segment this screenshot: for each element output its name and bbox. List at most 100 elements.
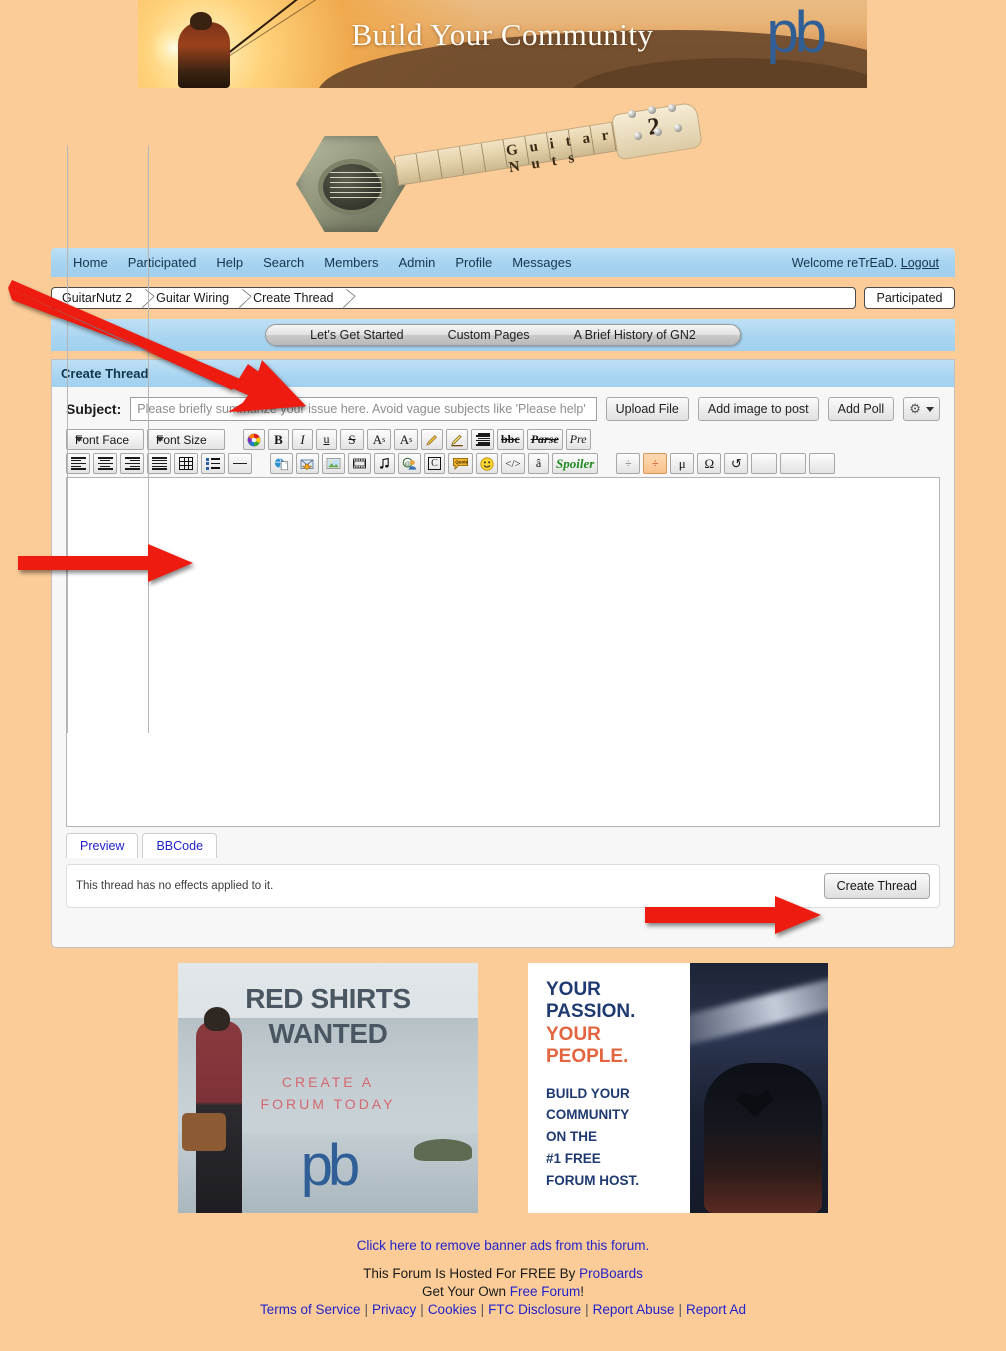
svg-text:Quote: Quote — [455, 460, 468, 465]
insert-email-icon[interactable] — [296, 453, 319, 474]
nav-item-home[interactable]: Home — [63, 255, 118, 270]
site-logo[interactable]: Guitar Nuts 2 — [0, 96, 1006, 236]
remove-bbcode-button[interactable]: bbc — [497, 429, 524, 450]
tuning-peg-icon — [674, 124, 682, 132]
create-thread-submit-button[interactable]: Create Thread — [823, 873, 930, 899]
ad1-headline-line2: WANTED — [268, 1018, 388, 1049]
preformatted-button[interactable]: Pre — [565, 429, 591, 450]
red-shirts-ad[interactable]: RED SHIRTS WANTED CREATE A FORUM TODAY pb — [178, 963, 478, 1213]
refresh-button[interactable]: ↺ — [724, 453, 749, 474]
add-poll-button[interactable]: Add Poll — [827, 397, 895, 421]
justify-block-icon[interactable] — [471, 429, 494, 450]
align-right-icon[interactable] — [120, 453, 144, 474]
tab-custom-pages[interactable]: Custom Pages — [426, 328, 552, 342]
subject-input[interactable] — [130, 397, 597, 421]
ad1-sub-line2: FORUM TODAY — [260, 1096, 396, 1113]
breadcrumb-item-1[interactable]: GuitarNutz 2 — [62, 291, 138, 305]
add-image-to-post-button[interactable]: Add image to post — [697, 397, 819, 421]
bold-button[interactable]: B — [268, 429, 289, 450]
terms-of-service-link[interactable]: Terms of Service — [260, 1302, 361, 1317]
blank-button-1[interactable] — [751, 453, 778, 474]
text-color-icon[interactable] — [243, 429, 265, 450]
ad2-line2: PASSION. — [546, 1001, 636, 1023]
insert-audio-icon[interactable] — [374, 453, 395, 474]
underline-button[interactable]: u — [316, 429, 337, 450]
remove-banner-ads-link[interactable]: Click here to remove banner ads from thi… — [357, 1238, 650, 1253]
emoticon-icon[interactable] — [476, 453, 498, 474]
top-banner-ad[interactable]: Build Your Community pb — [138, 0, 867, 88]
insert-image-icon[interactable] — [322, 453, 345, 474]
italic-button[interactable]: I — [292, 429, 313, 450]
font-size-select[interactable]: Font Size — [147, 146, 225, 733]
settings-dropdown-button[interactable]: ⚙ — [903, 397, 940, 421]
toolbar-row-1: Font Face Font Size B I u S As As bbc Pa… — [66, 146, 940, 733]
blank-button-2[interactable] — [780, 453, 807, 474]
ad2-hands — [704, 1063, 822, 1213]
highlight-pencil-icon[interactable] — [421, 429, 443, 450]
divider-button-on[interactable]: ÷ — [643, 453, 668, 474]
get-own-forum-row: Get Your Own Free Forum! — [0, 1284, 1006, 1299]
participated-button[interactable]: Participated — [864, 287, 955, 309]
link-separator: | — [420, 1301, 424, 1317]
tab-bbcode[interactable]: BBCode — [142, 833, 218, 858]
nav-item-members[interactable]: Members — [314, 255, 388, 270]
superscript-button[interactable]: As — [367, 429, 391, 450]
link-separator: | — [678, 1301, 682, 1317]
edit-pencil-icon[interactable] — [446, 429, 468, 450]
chevron-down-icon — [926, 406, 934, 412]
horizontal-rule-icon[interactable] — [228, 453, 252, 474]
parse-button[interactable]: Parse — [526, 429, 563, 450]
ad2-body-line5: FORUM HOST. — [546, 1173, 639, 1189]
toolbar-row-2: @ C Quote </> â Spoiler ÷ ÷ μ Ω ↺ — [66, 453, 940, 474]
mention-user-icon[interactable]: @ — [398, 453, 421, 474]
bullet-list-icon[interactable] — [201, 453, 225, 474]
nav-item-participated[interactable]: Participated — [118, 255, 207, 270]
tab-brief-history[interactable]: A Brief History of GN2 — [552, 328, 718, 342]
free-forum-link[interactable]: Free Forum — [510, 1284, 581, 1299]
blank-button-3[interactable] — [809, 453, 836, 474]
nav-item-search[interactable]: Search — [253, 255, 314, 270]
copyright-button[interactable]: C — [424, 453, 445, 474]
link-separator: | — [364, 1301, 369, 1317]
get-own-suffix: ! — [580, 1283, 585, 1299]
insert-video-icon[interactable] — [348, 453, 371, 474]
spoiler-button[interactable]: Spoiler — [552, 453, 599, 474]
special-character-button[interactable]: â — [528, 453, 549, 474]
insert-table-icon[interactable] — [174, 453, 198, 474]
nav-item-help[interactable]: Help — [206, 255, 253, 270]
font-face-select[interactable]: Font Face — [66, 146, 144, 733]
insert-link-icon[interactable] — [270, 453, 293, 474]
logout-link[interactable]: Logout — [901, 256, 939, 270]
privacy-link[interactable]: Privacy — [372, 1302, 416, 1317]
tab-preview[interactable]: Preview — [66, 833, 139, 858]
strikethrough-button[interactable]: S — [340, 429, 364, 450]
post-body-editor[interactable] — [66, 477, 940, 827]
micro-symbol-button[interactable]: μ — [670, 453, 695, 474]
page-footer: Click here to remove banner ads from thi… — [0, 1238, 1006, 1317]
nav-item-messages[interactable]: Messages — [502, 255, 581, 270]
breadcrumb-item-2[interactable]: Guitar Wiring — [156, 291, 235, 305]
divider-button-off[interactable]: ÷ — [616, 453, 641, 474]
align-left-icon[interactable] — [66, 453, 90, 474]
nav-item-admin[interactable]: Admin — [388, 255, 445, 270]
align-justify-icon[interactable] — [147, 453, 171, 474]
your-passion-ad[interactable]: YOUR PASSION. YOUR PEOPLE. BUILD YOUR CO… — [528, 963, 828, 1213]
align-center-icon[interactable] — [93, 453, 117, 474]
ftc-disclosure-link[interactable]: FTC Disclosure — [488, 1302, 581, 1317]
tab-lets-get-started[interactable]: Let's Get Started — [288, 328, 425, 342]
report-ad-link[interactable]: Report Ad — [686, 1302, 746, 1317]
source-code-button[interactable]: </> — [501, 453, 525, 474]
get-own-text: Get Your Own — [421, 1283, 510, 1299]
proboards-link[interactable]: ProBoards — [579, 1266, 643, 1281]
omega-symbol-button[interactable]: Ω — [697, 453, 722, 474]
cookies-link[interactable]: Cookies — [428, 1302, 477, 1317]
quote-button[interactable]: Quote — [448, 453, 473, 474]
proboards-logo-icon: pb — [300, 1133, 361, 1198]
tuning-peg-icon — [648, 106, 656, 114]
nav-item-profile[interactable]: Profile — [445, 255, 502, 270]
ad2-line3: YOUR — [546, 1023, 601, 1045]
upload-file-button[interactable]: Upload File — [605, 397, 689, 421]
ad2-line4: PEOPLE. — [546, 1046, 629, 1068]
subscript-button[interactable]: As — [394, 429, 418, 450]
report-abuse-link[interactable]: Report Abuse — [593, 1302, 675, 1317]
